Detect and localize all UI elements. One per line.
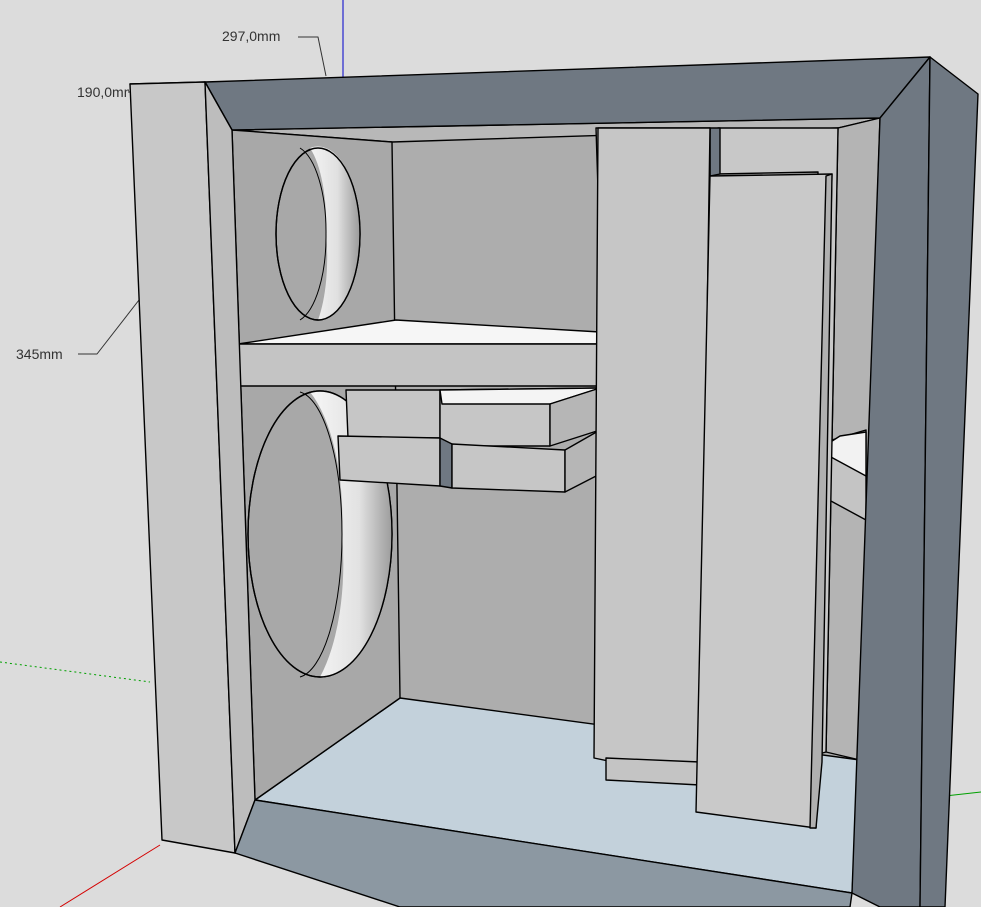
height-leader: [78, 299, 140, 355]
green-axis-left: [0, 661, 151, 683]
right-outer-side: [919, 56, 979, 907]
green-axis-right: [944, 791, 981, 797]
sketchup-viewport[interactable]: 297,0mm 190,0mm 345mm: [0, 0, 981, 907]
red-axis: [59, 844, 161, 907]
vertical-baffles: [593, 127, 839, 829]
width-dimension-label: 297,0mm: [222, 28, 281, 44]
brace-blocks: [337, 387, 601, 493]
top-panel: [204, 56, 931, 131]
width-leader: [298, 36, 327, 77]
height-dimension-label: 345mm: [16, 346, 63, 362]
upper-port: [275, 146, 361, 321]
depth-dimension-label: 190,0mm: [77, 84, 129, 100]
speaker-box-model[interactable]: [0, 0, 981, 907]
